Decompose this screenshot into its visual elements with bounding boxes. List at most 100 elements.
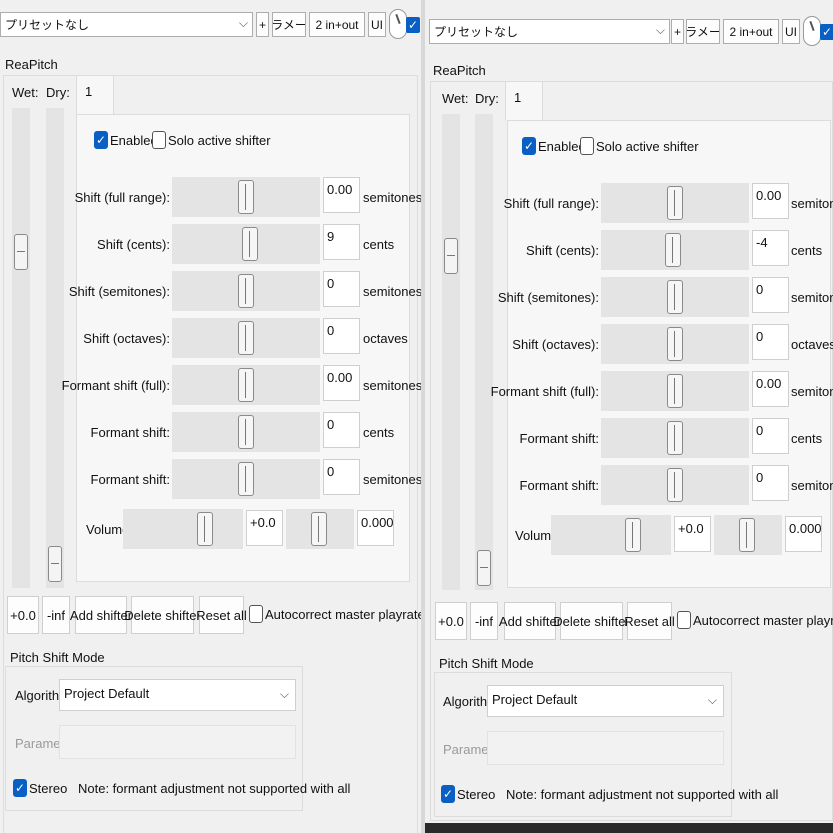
formant-full-value[interactable]: 0.00	[323, 365, 360, 401]
formant-cents-slider[interactable]	[172, 412, 320, 452]
shift-octaves-value[interactable]: 0	[323, 318, 360, 354]
add-preset-button[interactable]: +	[256, 12, 269, 37]
shift-octaves-value[interactable]: 0	[752, 324, 789, 360]
slider-thumb[interactable]	[242, 227, 258, 261]
slider-thumb[interactable]	[197, 512, 213, 546]
shift-cents-slider[interactable]	[601, 230, 749, 270]
shift-semitones-slider[interactable]	[172, 271, 320, 311]
ui-button[interactable]: UI	[782, 19, 800, 44]
add-shifter-button[interactable]: Add shifter	[499, 602, 561, 640]
dry-value-box[interactable]: -inf	[42, 596, 70, 634]
volume-slider[interactable]	[551, 515, 671, 555]
slider-thumb[interactable]	[667, 468, 683, 502]
shift-cents-slider[interactable]	[172, 224, 320, 264]
formant-semitones-slider[interactable]	[172, 459, 320, 499]
shift-full-value[interactable]: 0.00	[323, 177, 360, 213]
formant-full-value[interactable]: 0.00	[752, 371, 789, 407]
slider-thumb[interactable]	[311, 512, 327, 546]
pan-value[interactable]: 0.000	[785, 516, 822, 552]
io-button[interactable]: 2 in+out	[723, 19, 779, 44]
shift-semitones-value[interactable]: 0	[752, 277, 789, 313]
bypass-checkbox[interactable]: ✓	[820, 24, 833, 40]
pan-slider[interactable]	[286, 509, 354, 549]
slider-thumb[interactable]	[667, 186, 683, 220]
slider-thumb[interactable]	[667, 327, 683, 361]
wet-value-box[interactable]: +0.0	[435, 602, 467, 640]
algorithm-select[interactable]: Project Default ⌵	[487, 685, 724, 717]
preset-dropdown[interactable]: プリセットなし ⌵	[0, 12, 253, 37]
shift-cents-value[interactable]: -4	[752, 230, 789, 266]
reset-all-button[interactable]: Reset all	[624, 602, 675, 640]
slider-thumb[interactable]	[667, 280, 683, 314]
formant-full-slider[interactable]	[172, 365, 320, 405]
shift-semitones-value[interactable]: 0	[323, 271, 360, 307]
params-button[interactable]: パラメータ	[272, 12, 306, 37]
slider-thumb[interactable]	[238, 368, 254, 402]
formant-cents-slider[interactable]	[601, 418, 749, 458]
wet-slider-thumb[interactable]	[14, 234, 28, 270]
slider-thumb[interactable]	[238, 415, 254, 449]
wet-slider[interactable]	[442, 114, 460, 590]
dry-slider[interactable]	[46, 108, 64, 588]
delete-shifter-button[interactable]: Delete shifter	[553, 602, 630, 640]
tab-shifter-1[interactable]: 1	[505, 81, 543, 121]
solo-checkbox[interactable]: Solo active shifter	[580, 137, 699, 155]
formant-cents-value[interactable]: 0	[323, 412, 360, 448]
algorithm-select[interactable]: Project Default ⌵	[59, 679, 296, 711]
dry-slider-thumb[interactable]	[48, 546, 62, 582]
stereo-checkbox[interactable]: ✓ Stereo	[13, 779, 67, 797]
slider-thumb[interactable]	[739, 518, 755, 552]
shift-full-value[interactable]: 0.00	[752, 183, 789, 219]
slider-thumb[interactable]	[625, 518, 641, 552]
pan-value[interactable]: 0.000	[357, 510, 394, 546]
io-button[interactable]: 2 in+out	[309, 12, 365, 37]
slider-thumb[interactable]	[667, 374, 683, 408]
enabled-checkbox[interactable]: ✓ Enabled	[94, 131, 158, 149]
formant-cents-value[interactable]: 0	[752, 418, 789, 454]
add-preset-button[interactable]: +	[671, 19, 684, 44]
pan-slider[interactable]	[714, 515, 782, 555]
slider-thumb[interactable]	[238, 321, 254, 355]
wet-slider[interactable]	[12, 108, 30, 588]
slider-thumb[interactable]	[238, 274, 254, 308]
enabled-checkbox[interactable]: ✓ Enabled	[522, 137, 586, 155]
shift-full-slider[interactable]	[601, 183, 749, 223]
slider-thumb[interactable]	[238, 462, 254, 496]
formant-semitones-value[interactable]: 0	[752, 465, 789, 501]
bypass-checkbox[interactable]: ✓	[406, 17, 420, 33]
preset-dropdown[interactable]: プリセットなし ⌵	[429, 19, 670, 44]
tab-shifter-1[interactable]: 1	[76, 75, 114, 115]
slider-thumb[interactable]	[665, 233, 681, 267]
stereo-checkbox[interactable]: ✓ Stereo	[441, 785, 495, 803]
ui-button[interactable]: UI	[368, 12, 386, 37]
dry-value-box[interactable]: -inf	[470, 602, 498, 640]
parameter-field[interactable]	[487, 731, 724, 765]
volume-value[interactable]: +0.0	[246, 510, 283, 546]
reset-all-button[interactable]: Reset all	[196, 596, 247, 634]
wet-value-box[interactable]: +0.0	[7, 596, 39, 634]
dry-slider-thumb[interactable]	[477, 550, 491, 586]
solo-checkbox[interactable]: Solo active shifter	[152, 131, 271, 149]
add-shifter-button[interactable]: Add shifter	[70, 596, 132, 634]
formant-full-slider[interactable]	[601, 371, 749, 411]
volume-slider[interactable]	[123, 509, 243, 549]
shift-semitones-slider[interactable]	[601, 277, 749, 317]
wet-knob-icon[interactable]	[389, 9, 407, 39]
parameter-field[interactable]	[59, 725, 296, 759]
shift-octaves-slider[interactable]	[601, 324, 749, 364]
volume-value[interactable]: +0.0	[674, 516, 711, 552]
slider-thumb[interactable]	[238, 180, 254, 214]
shift-cents-value[interactable]: 9	[323, 224, 360, 260]
wet-slider-thumb[interactable]	[444, 238, 458, 274]
formant-semitones-value[interactable]: 0	[323, 459, 360, 495]
delete-shifter-button[interactable]: Delete shifter	[124, 596, 201, 634]
dry-slider[interactable]	[475, 114, 493, 590]
autocorrect-checkbox[interactable]: Autocorrect master playrate changes	[677, 611, 833, 629]
shift-full-slider[interactable]	[172, 177, 320, 217]
shift-octaves-slider[interactable]	[172, 318, 320, 358]
formant-semitones-slider[interactable]	[601, 465, 749, 505]
params-button[interactable]: パラメータ	[686, 19, 720, 44]
slider-thumb[interactable]	[667, 421, 683, 455]
autocorrect-checkbox[interactable]: Autocorrect master playrate changes	[249, 605, 421, 623]
wet-knob-icon[interactable]	[803, 16, 821, 46]
